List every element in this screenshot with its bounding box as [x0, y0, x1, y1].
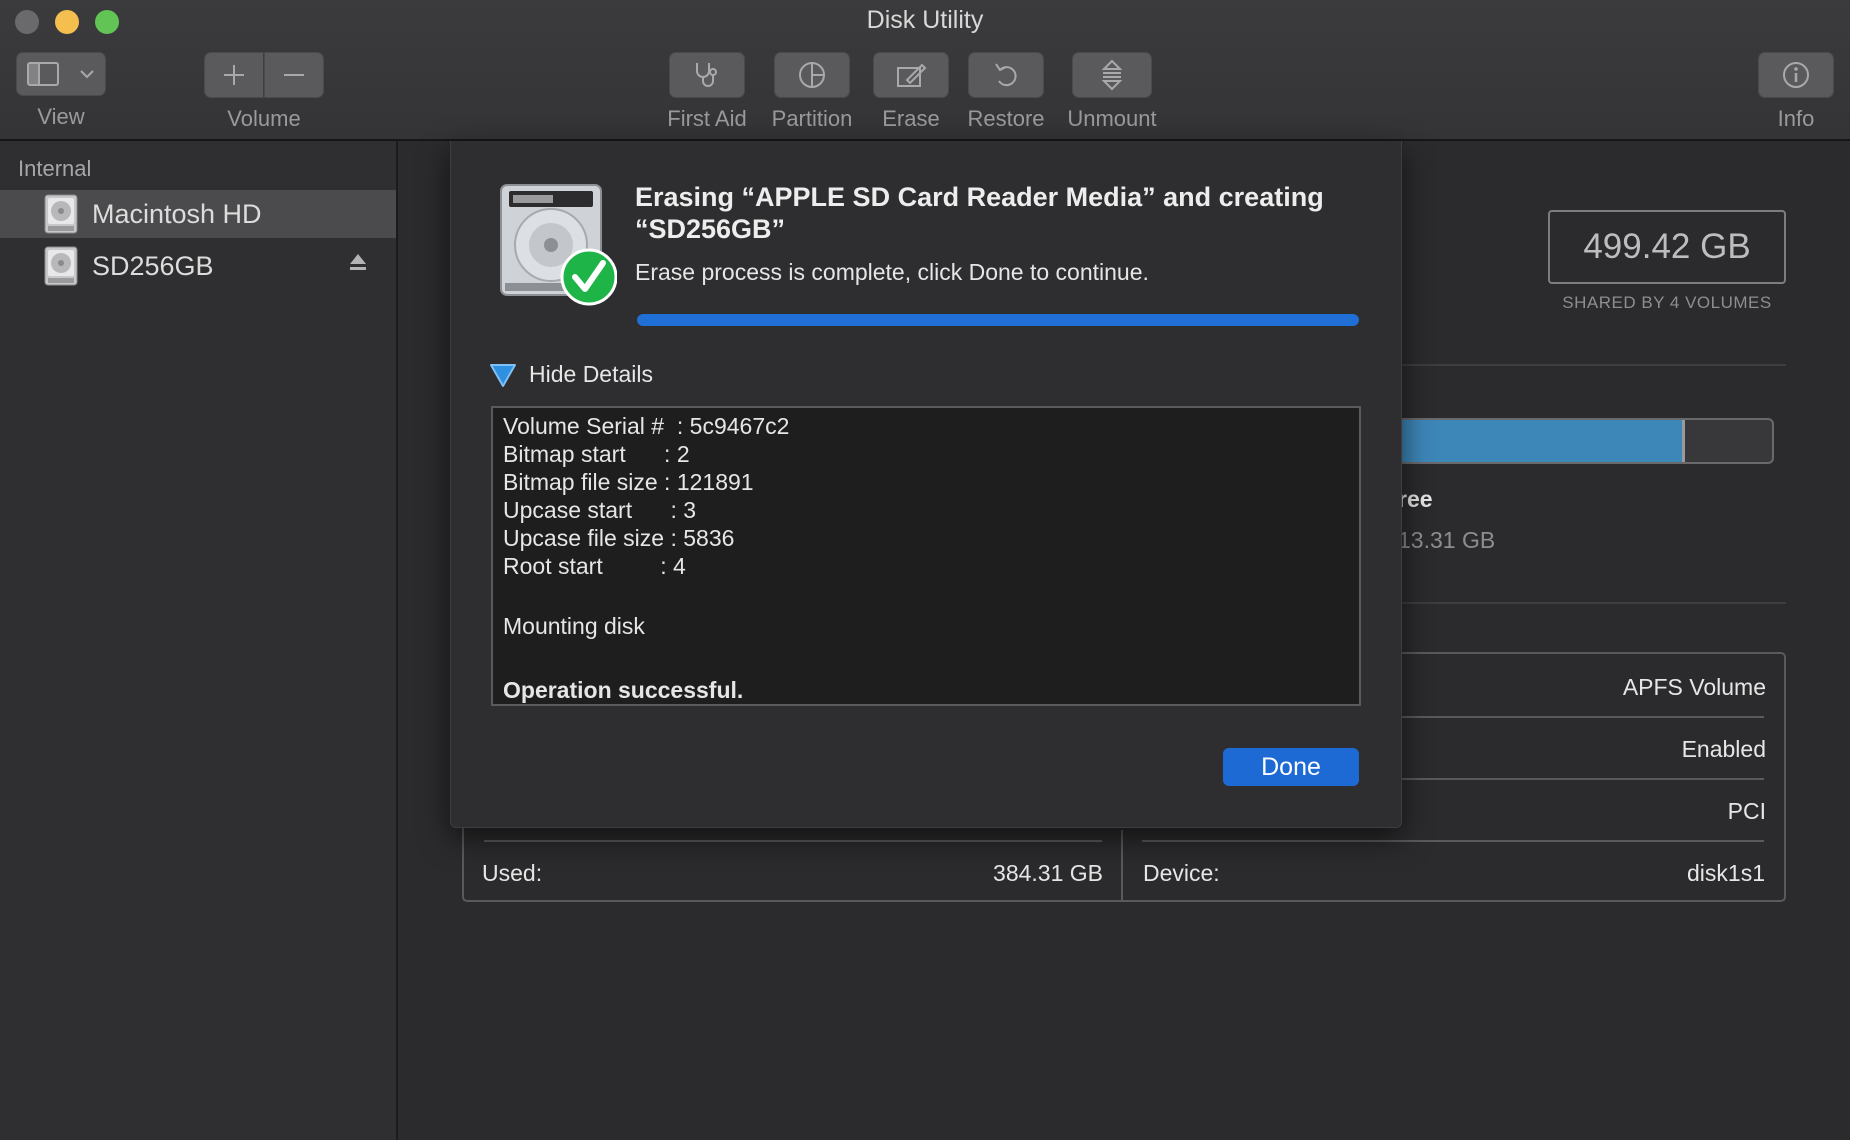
dialog-title: Erasing “APPLE SD Card Reader Media” and…: [635, 182, 1324, 244]
details-log[interactable]: Volume Serial # : 5c9467c2 Bitmap start …: [491, 406, 1361, 706]
hard-disk-icon: [44, 246, 78, 286]
dialog-message: Erase process is complete, click Done to…: [635, 259, 1149, 285]
free-label: ree: [1398, 486, 1433, 512]
log-line-result: Operation successful.: [503, 677, 744, 703]
hard-disk-icon: [44, 194, 78, 234]
info-button[interactable]: [1758, 52, 1834, 98]
first-aid-button[interactable]: [669, 52, 745, 98]
type-value: APFS Volume: [1622, 674, 1766, 700]
erase-progress-fill: [637, 314, 1359, 326]
erase-button[interactable]: [873, 52, 949, 98]
erase-progress-bar: [637, 314, 1359, 326]
hide-details-toggle[interactable]: Hide Details: [489, 361, 653, 388]
log-line: Bitmap start : 2: [503, 441, 690, 467]
erase-label: Erase: [882, 106, 940, 131]
connection-value: PCI: [1727, 798, 1766, 824]
usage-bar-fill: [1382, 420, 1686, 462]
sidebar-section-internal: Internal: [18, 156, 92, 181]
restore-button[interactable]: [968, 52, 1044, 98]
pie-partition-icon: [799, 62, 825, 88]
restore-label: Restore: [967, 106, 1045, 131]
stethoscope-icon: [696, 63, 717, 87]
view-group: View: [16, 52, 106, 130]
remove-volume-button[interactable]: [264, 52, 324, 98]
first-aid-group: First Aid: [662, 52, 752, 132]
restore-group: Restore: [962, 52, 1050, 132]
window-title: Disk Utility: [866, 6, 984, 34]
done-button[interactable]: Done: [1223, 748, 1359, 786]
enabled-value: Enabled: [1681, 736, 1766, 762]
log-line: Volume Serial # : 5c9467c2: [503, 413, 790, 439]
partition-label: Partition: [771, 106, 853, 131]
sidebar-item-sd256gb[interactable]: SD256GB: [0, 242, 396, 290]
plus-icon: [224, 65, 244, 85]
unmount-group: Unmount: [1060, 52, 1164, 132]
disk-success-icon: [500, 184, 617, 306]
log-line-mounting: Mounting disk: [503, 613, 645, 639]
device-label: Device:: [1143, 860, 1220, 886]
first-aid-label: First Aid: [667, 106, 747, 131]
toolbar: Disk Utility View Volume First Aid Parti…: [0, 0, 1850, 141]
hide-details-label: Hide Details: [529, 361, 653, 387]
info-group: Info: [1758, 52, 1834, 132]
eject-icon[interactable]: [348, 252, 368, 274]
view-button[interactable]: [16, 52, 106, 96]
unmount-button[interactable]: [1072, 52, 1152, 98]
log-line: Bitmap file size : 121891: [503, 469, 754, 495]
unmount-icon: [1101, 59, 1123, 91]
pencil-eraser-icon: [897, 63, 927, 87]
divider: [1398, 602, 1786, 604]
row-divider: [1400, 778, 1764, 780]
add-volume-button[interactable]: [204, 52, 264, 98]
sidebar-item-label: Macintosh HD: [92, 198, 262, 229]
volume-label: Volume: [227, 106, 301, 131]
sidebar-item-label: SD256GB: [92, 250, 214, 281]
restore-arrow-icon: [995, 63, 1017, 87]
info-icon: [1783, 62, 1809, 88]
partition-button[interactable]: [774, 52, 850, 98]
row-divider: [1400, 716, 1764, 718]
usage-bar: [1380, 418, 1774, 464]
info-label: Info: [1777, 106, 1815, 131]
row-divider: [1142, 840, 1764, 842]
used-value: 384.31 GB: [993, 860, 1103, 886]
erase-dialog: Erasing “APPLE SD Card Reader Media” and…: [450, 141, 1402, 828]
minus-icon: [284, 74, 304, 76]
device-value: disk1s1: [1687, 860, 1765, 886]
volume-group: Volume: [204, 52, 324, 132]
free-value: 13.31 GB: [1398, 527, 1496, 553]
divider: [1398, 364, 1786, 366]
log-line: Upcase start : 3: [503, 497, 697, 523]
disclosure-triangle-icon: [490, 363, 516, 387]
capacity-value: 499.42 GB: [1548, 210, 1786, 284]
log-spacer: [503, 580, 1349, 612]
sidebar: Internal Macintosh HD SD256GB: [0, 141, 398, 1140]
erase-group: Erase: [870, 52, 952, 132]
sidebar-item-macintosh-hd[interactable]: Macintosh HD: [0, 190, 396, 238]
chevron-down-icon: [80, 70, 94, 79]
log-line: Upcase file size : 5836: [503, 525, 735, 551]
unmount-label: Unmount: [1067, 106, 1157, 131]
capacity-caption: SHARED BY 4 VOLUMES: [1562, 293, 1772, 312]
view-label: View: [37, 104, 85, 129]
row-divider: [484, 840, 1102, 842]
sidebar-icon: [27, 62, 59, 86]
partition-group: Partition: [766, 52, 858, 132]
used-label: Used:: [482, 860, 543, 886]
log-line: Root start : 4: [503, 553, 686, 579]
column-divider: [1121, 830, 1123, 900]
